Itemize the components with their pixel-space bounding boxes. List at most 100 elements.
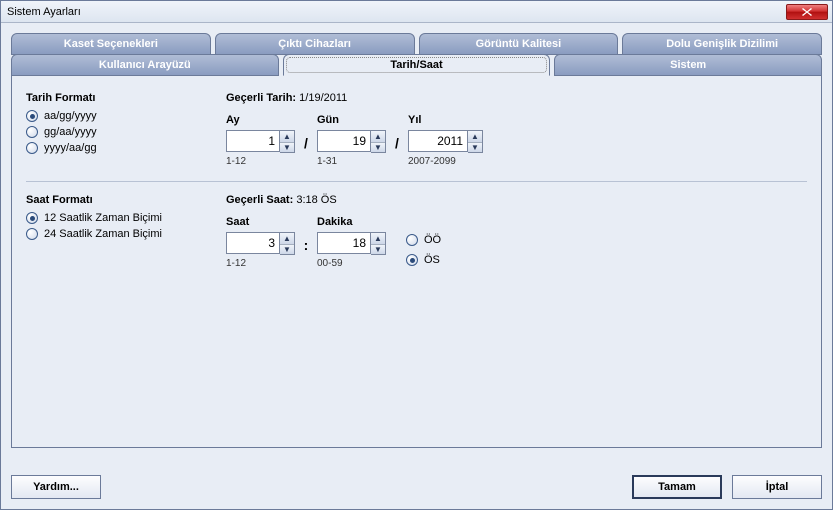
- month-spinner: ▲ ▼: [280, 130, 295, 153]
- time-separator: :: [301, 216, 311, 256]
- radio-am[interactable]: ÖÖ: [406, 234, 441, 246]
- radio-label: ÖS: [424, 254, 440, 266]
- tab-sistem[interactable]: Sistem: [554, 54, 822, 76]
- radio-date-yyyymmdd[interactable]: yyyy/aa/gg: [26, 142, 226, 154]
- tab-dolu-genislik[interactable]: Dolu Genişlik Dizilimi: [622, 33, 822, 55]
- radio-label: aa/gg/yyyy: [44, 110, 97, 122]
- spin-down-icon[interactable]: ▼: [371, 244, 385, 255]
- cancel-button[interactable]: İptal: [732, 475, 822, 499]
- tab-kaset-secenekleri[interactable]: Kaset Seçenekleri: [11, 33, 211, 55]
- year-spinner: ▲ ▼: [468, 130, 483, 153]
- close-icon: [802, 8, 812, 16]
- tab-row-2: Kullanıcı Arayüzü Tarih/Saat Sistem: [11, 54, 822, 76]
- spin-down-icon[interactable]: ▼: [280, 244, 294, 255]
- hour-input[interactable]: 3: [226, 232, 280, 254]
- minute-field-group: Dakika 18 ▲ ▼ 00-59: [317, 216, 386, 269]
- ampm-group: ÖÖ ÖS: [406, 216, 441, 270]
- day-hint: 1-31: [317, 156, 386, 167]
- radio-label: 12 Saatlik Zaman Biçimi: [44, 212, 162, 224]
- year-input[interactable]: 2011: [408, 130, 468, 152]
- month-field-group: Ay 1 ▲ ▼ 1-12: [226, 114, 295, 167]
- footer: Yardım... Tamam İptal: [11, 475, 822, 499]
- tab-tarih-saat[interactable]: Tarih/Saat: [283, 54, 551, 76]
- radio-icon: [26, 228, 38, 240]
- radio-icon: [26, 142, 38, 154]
- radio-icon: [406, 254, 418, 266]
- date-section: Tarih Formatı aa/gg/yyyy gg/aa/yyyy yyyy…: [26, 92, 807, 167]
- tab-cikti-cihazlari[interactable]: Çıktı Cihazları: [215, 33, 415, 55]
- radio-label: yyyy/aa/gg: [44, 142, 97, 154]
- tab-label: Çıktı Cihazları: [278, 38, 351, 50]
- radio-label: ÖÖ: [424, 234, 441, 246]
- settings-window: Sistem Ayarları Kaset Seçenekleri Çıktı …: [0, 0, 833, 510]
- date-separator: /: [392, 114, 402, 154]
- date-separator: /: [301, 114, 311, 154]
- spin-down-icon[interactable]: ▼: [371, 142, 385, 153]
- time-fields: Saat 3 ▲ ▼ 1-12 :: [226, 216, 807, 270]
- spin-down-icon[interactable]: ▼: [468, 142, 482, 153]
- minute-spinner: ▲ ▼: [371, 232, 386, 255]
- year-field-group: Yıl 2011 ▲ ▼ 2007-2099: [408, 114, 483, 167]
- month-input[interactable]: 1: [226, 130, 280, 152]
- tab-row-1: Kaset Seçenekleri Çıktı Cihazları Görünt…: [11, 33, 822, 55]
- radio-label: gg/aa/yyyy: [44, 126, 97, 138]
- tab-goruntu-kalitesi[interactable]: Görüntü Kalitesi: [419, 33, 619, 55]
- window-title: Sistem Ayarları: [7, 6, 786, 18]
- date-format-title: Tarih Formatı: [26, 92, 226, 104]
- tab-label: Sistem: [670, 59, 706, 71]
- current-date: Geçerli Tarih: 1/19/2011: [226, 92, 807, 104]
- time-format-title: Saat Formatı: [26, 194, 226, 206]
- spin-up-icon[interactable]: ▲: [468, 131, 482, 142]
- hour-spinner: ▲ ▼: [280, 232, 295, 255]
- radio-date-mmddyyyy[interactable]: aa/gg/yyyy: [26, 110, 226, 122]
- tab-label: Görüntü Kalitesi: [476, 38, 562, 50]
- button-label: Yardım...: [33, 481, 79, 493]
- radio-time-24h[interactable]: 24 Saatlik Zaman Biçimi: [26, 228, 226, 240]
- radio-icon: [26, 126, 38, 138]
- titlebar: Sistem Ayarları: [1, 1, 832, 23]
- close-button[interactable]: [786, 4, 828, 20]
- tab-panel: Tarih Formatı aa/gg/yyyy gg/aa/yyyy yyyy…: [11, 76, 822, 448]
- spin-down-icon[interactable]: ▼: [280, 142, 294, 153]
- tab-kullanici-arayuzu[interactable]: Kullanıcı Arayüzü: [11, 54, 279, 76]
- divider: [26, 181, 807, 182]
- spin-up-icon[interactable]: ▲: [280, 131, 294, 142]
- hour-hint: 1-12: [226, 258, 295, 269]
- current-date-label: Geçerli Tarih:: [226, 92, 296, 104]
- radio-icon: [26, 212, 38, 224]
- radio-label: 24 Saatlik Zaman Biçimi: [44, 228, 162, 240]
- spin-up-icon[interactable]: ▲: [371, 233, 385, 244]
- tab-label: Kullanıcı Arayüzü: [99, 59, 191, 71]
- radio-icon: [406, 234, 418, 246]
- radio-pm[interactable]: ÖS: [406, 254, 441, 266]
- tab-label: Kaset Seçenekleri: [64, 38, 158, 50]
- current-date-value: 1/19/2011: [299, 92, 347, 104]
- day-input[interactable]: 19: [317, 130, 371, 152]
- date-fields: Ay 1 ▲ ▼ 1-12 / Gü: [226, 114, 807, 167]
- ok-button[interactable]: Tamam: [632, 475, 722, 499]
- help-button[interactable]: Yardım...: [11, 475, 101, 499]
- hour-label: Saat: [226, 216, 295, 228]
- time-section: Saat Formatı 12 Saatlik Zaman Biçimi 24 …: [26, 194, 807, 270]
- radio-date-ddmmyyyy[interactable]: gg/aa/yyyy: [26, 126, 226, 138]
- month-label: Ay: [226, 114, 295, 126]
- current-time-value: 3:18 ÖS: [296, 194, 336, 206]
- radio-time-12h[interactable]: 12 Saatlik Zaman Biçimi: [26, 212, 226, 224]
- spin-up-icon[interactable]: ▲: [371, 131, 385, 142]
- content-area: Kaset Seçenekleri Çıktı Cihazları Görünt…: [1, 23, 832, 448]
- tab-label: Dolu Genişlik Dizilimi: [666, 38, 778, 50]
- hour-field-group: Saat 3 ▲ ▼ 1-12: [226, 216, 295, 269]
- minute-input[interactable]: 18: [317, 232, 371, 254]
- day-label: Gün: [317, 114, 386, 126]
- button-label: Tamam: [658, 481, 696, 493]
- day-field-group: Gün 19 ▲ ▼ 1-31: [317, 114, 386, 167]
- month-hint: 1-12: [226, 156, 295, 167]
- radio-icon: [26, 110, 38, 122]
- minute-hint: 00-59: [317, 258, 386, 269]
- year-hint: 2007-2099: [408, 156, 483, 167]
- spin-up-icon[interactable]: ▲: [280, 233, 294, 244]
- current-time-label: Geçerli Saat:: [226, 194, 293, 206]
- tab-label: Tarih/Saat: [390, 59, 442, 71]
- year-label: Yıl: [408, 114, 483, 126]
- day-spinner: ▲ ▼: [371, 130, 386, 153]
